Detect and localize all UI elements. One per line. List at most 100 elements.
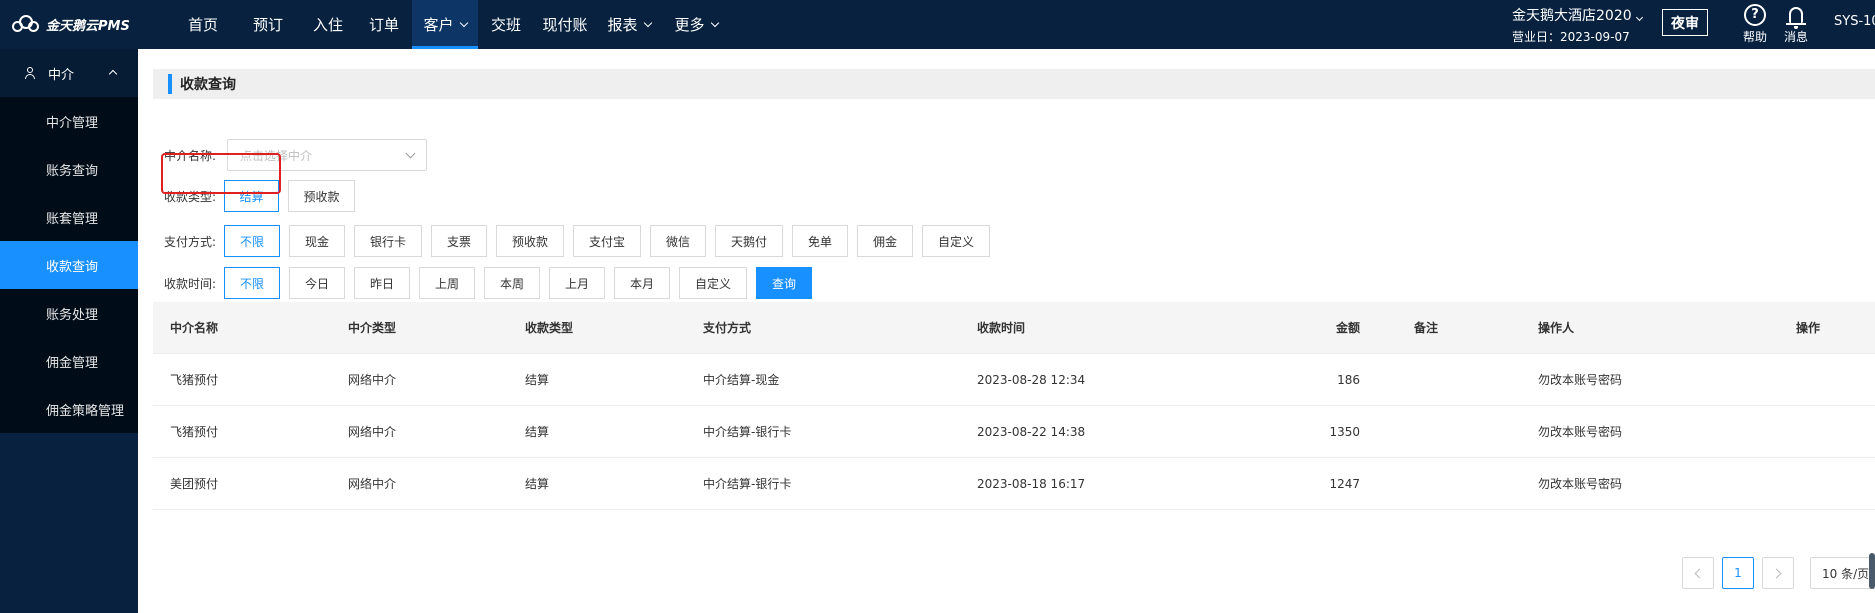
payments-option-3[interactable]: 支票 bbox=[431, 225, 487, 257]
user-account[interactable]: SYS-10 bbox=[1834, 14, 1875, 29]
table-cell: 网络中介 bbox=[348, 477, 397, 491]
bell-icon bbox=[1786, 6, 1806, 29]
night-audit-button[interactable]: 夜审 bbox=[1662, 9, 1708, 36]
nav-item-label: 现付账 bbox=[542, 16, 588, 34]
chevron-down-icon bbox=[405, 148, 416, 159]
hotel-selector[interactable]: 金天鹅大酒店2020 营业日：2023-09-07 bbox=[1512, 5, 1643, 45]
table-cell: 结算 bbox=[525, 373, 550, 387]
receipt_types-option-1[interactable]: 预收款 bbox=[288, 180, 355, 212]
sidebar-item-1[interactable]: 账务查询 bbox=[0, 145, 138, 193]
chevron-left-icon bbox=[1694, 568, 1705, 578]
chevron-right-icon bbox=[1771, 568, 1782, 578]
nav-item-5[interactable]: 交班 bbox=[478, 0, 534, 49]
sidebar-item-0[interactable]: 中介管理 bbox=[0, 97, 138, 145]
nav-item-label: 入住 bbox=[312, 16, 343, 34]
table-cell: 飞猪预付 bbox=[170, 425, 219, 439]
nav-item-8[interactable]: 更多 bbox=[662, 0, 730, 49]
sidebar-group-agent[interactable]: 中介 bbox=[0, 49, 138, 97]
nav-item-label: 首页 bbox=[187, 16, 218, 34]
payments-option-1[interactable]: 现金 bbox=[289, 225, 345, 257]
table-cell: 中介结算-银行卡 bbox=[703, 477, 792, 491]
payments-option-0[interactable]: 不限 bbox=[224, 225, 280, 257]
table-cell: 网络中介 bbox=[348, 373, 397, 387]
page-number-button[interactable]: 1 bbox=[1722, 557, 1754, 589]
table-header-cell: 操作 bbox=[1796, 321, 1821, 335]
highlight-box bbox=[161, 153, 281, 194]
nav-item-label: 订单 bbox=[368, 16, 399, 34]
payments-option-7[interactable]: 天鹅付 bbox=[715, 225, 783, 257]
sidebar-item-label: 账务处理 bbox=[46, 307, 99, 323]
sidebar-list: 中介管理 账务查询账套管理收款查询账务处理佣金管理 佣金策略管理 bbox=[0, 97, 138, 433]
messages-button[interactable]: 消息 bbox=[1776, 2, 1816, 45]
payments-option-6[interactable]: 微信 bbox=[650, 225, 706, 257]
payments-option-8[interactable]: 免单 bbox=[792, 225, 848, 257]
table-cell: 结算 bbox=[525, 425, 550, 439]
messages-label: 消息 bbox=[1783, 30, 1808, 44]
times-option-4[interactable]: 本周 bbox=[484, 267, 540, 299]
payment-label: 支付方式: bbox=[164, 234, 217, 249]
receipt-table: 中介名称 中介类型 收款类型 支付方式 收款时间 金额 备注 操作人 操作 飞猪预付 网络中介 结算… bbox=[153, 302, 1875, 510]
sidebar-item-2[interactable]: 账套管理 bbox=[0, 193, 138, 241]
chevron-down-icon bbox=[710, 18, 719, 27]
times-option-0[interactable]: 不限 bbox=[224, 267, 280, 299]
help-label: 帮助 bbox=[1742, 30, 1767, 44]
payments-option-9[interactable]: 佣金 bbox=[857, 225, 913, 257]
sidebar-item-6[interactable]: 佣金策略管理 bbox=[0, 385, 138, 433]
table-row[interactable]: 美团预付 网络中介 结算 中介结算-银行卡 2023-08-18 16:17 1247 勿改… bbox=[153, 458, 1875, 510]
times-option-3[interactable]: 上周 bbox=[419, 267, 475, 299]
table-header-cell: 金额 bbox=[1335, 321, 1360, 335]
payments-option-5[interactable]: 支付宝 bbox=[573, 225, 641, 257]
times-option-2[interactable]: 昨日 bbox=[354, 267, 410, 299]
next-page-button[interactable] bbox=[1762, 557, 1794, 589]
prev-page-button[interactable] bbox=[1682, 557, 1714, 589]
panel-header: 收款查询 bbox=[153, 69, 1875, 99]
table-cell: 2023-08-22 14:38 bbox=[977, 424, 1086, 439]
logo-text: 金天鹅云PMS bbox=[46, 18, 130, 34]
table-header-cell: 收款类型 bbox=[525, 321, 574, 335]
app-logo[interactable]: 金天鹅云PMS bbox=[12, 13, 130, 35]
sidebar-group-label: 中介 bbox=[48, 67, 75, 83]
help-button[interactable]: ? 帮助 bbox=[1735, 2, 1775, 45]
user-icon bbox=[24, 67, 36, 79]
table-row[interactable]: 飞猪预付 网络中介 结算 中介结算-银行卡 2023-08-22 14:38 1350 勿改… bbox=[153, 406, 1875, 458]
table-header: 中介名称 中介类型 收款类型 支付方式 收款时间 金额 备注 操作人 操作 bbox=[153, 302, 1875, 354]
sidebar-item-3[interactable]: 收款查询 bbox=[0, 241, 138, 289]
query-button[interactable]: 查询 bbox=[756, 267, 812, 299]
sidebar-item-4[interactable]: 账务处理 bbox=[0, 289, 138, 337]
nav-item-6[interactable]: 现付账 bbox=[534, 0, 596, 49]
payments-option-2[interactable]: 银行卡 bbox=[354, 225, 422, 257]
cloud-logo-icon bbox=[12, 15, 42, 33]
time-options: 不限 今日 昨日 上周 本周 上月 本月 自定义 查询 bbox=[224, 267, 821, 299]
payments-option-10[interactable]: 自定义 bbox=[922, 225, 990, 257]
table-cell: 勿改本账号密码 bbox=[1538, 373, 1623, 387]
help-icon: ? bbox=[1744, 3, 1766, 26]
times-option-7[interactable]: 自定义 bbox=[679, 267, 747, 299]
times-option-6[interactable]: 本月 bbox=[614, 267, 670, 299]
table-header-cell: 备注 bbox=[1414, 321, 1439, 335]
nav-item-2[interactable]: 入住 bbox=[300, 0, 356, 49]
main-content: 收款查询 中介名称: 点击选择中介 收款类型: 结算 预收款 支付方式: 不限 现金… bbox=[138, 49, 1875, 613]
sidebar-item-5[interactable]: 佣金管理 bbox=[0, 337, 138, 385]
times-option-1[interactable]: 今日 bbox=[289, 267, 345, 299]
sidebar: 中介 中介管理 账务查询账套管理收款查询账务处理佣金管理 佣金策略管理 bbox=[0, 49, 138, 613]
times-option-5[interactable]: 上月 bbox=[549, 267, 605, 299]
page-size-select[interactable]: 10 条/页 bbox=[1810, 557, 1875, 589]
nav-item-4[interactable]: 客户 bbox=[412, 0, 478, 49]
main-nav: 首页 预订 入住 订单 客户 交班 现付账 报表 更多 bbox=[170, 0, 730, 49]
scrollbar-handle[interactable] bbox=[1869, 553, 1875, 589]
table-cell: 网络中介 bbox=[348, 425, 397, 439]
top-nav-bar: 金天鹅云PMS 首页 预订 入住 订单 客户 交班 现付账 报表 更多 金天鹅大酒店2020 营… bbox=[0, 0, 1875, 49]
table-header-cell: 中介类型 bbox=[348, 321, 397, 335]
nav-item-3[interactable]: 订单 bbox=[356, 0, 412, 49]
payments-option-4[interactable]: 预收款 bbox=[496, 225, 564, 257]
table-body: 飞猪预付 网络中介 结算 中介结算-现金 2023-08-28 12:34 186 勿改本账… bbox=[153, 354, 1875, 510]
nav-item-0[interactable]: 首页 bbox=[170, 0, 236, 49]
nav-item-1[interactable]: 预订 bbox=[236, 0, 300, 49]
table-cell: 中介结算-银行卡 bbox=[703, 425, 792, 439]
sidebar-item-label: 账套管理 bbox=[46, 211, 99, 227]
payment-options: 不限 现金 银行卡 支票 预收款 支付宝 微信 天鹅付 免单 佣金 自定义 bbox=[224, 225, 999, 257]
table-row[interactable]: 飞猪预付 网络中介 结算 中介结算-现金 2023-08-28 12:34 186 勿改本账… bbox=[153, 354, 1875, 406]
nav-item-7[interactable]: 报表 bbox=[596, 0, 662, 49]
table-cell: 1350 bbox=[1329, 424, 1360, 439]
chevron-up-icon bbox=[108, 69, 118, 79]
